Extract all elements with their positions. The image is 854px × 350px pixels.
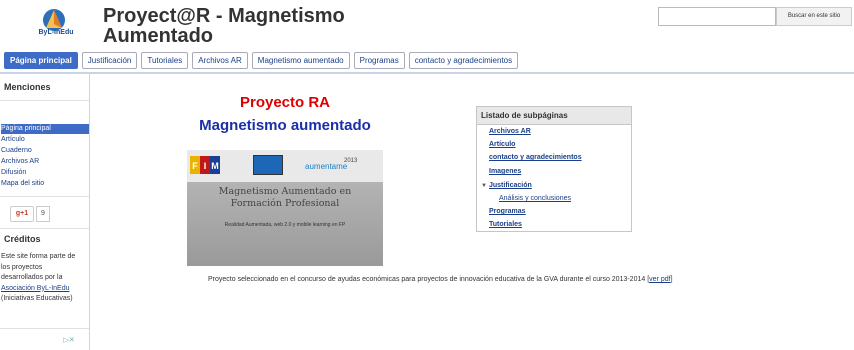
fim-letter: I — [204, 161, 207, 171]
site-title[interactable]: Proyect@R - Magnetismo Aumentado — [103, 6, 363, 46]
nav-divider — [0, 72, 854, 74]
credits-text-1: Este site forma parte de los proyectos d… — [1, 253, 76, 281]
fim-logo-icon: F I M — [190, 156, 220, 174]
tab-tutoriales[interactable]: Tutoriales — [141, 52, 189, 69]
banner-title-line1: Magnetismo Aumentado en — [218, 186, 352, 197]
ver-pdf-link[interactable]: ver pdf — [649, 276, 670, 283]
credits-text-2: (Iniciativas Educativas) — [1, 295, 73, 302]
main-nav: Página principal Justificación Tutoriale… — [4, 52, 519, 70]
tab-archivos-ar[interactable]: Archivos AR — [192, 52, 248, 69]
site-logo-icon[interactable] — [34, 6, 74, 44]
fim-letter: F — [192, 161, 198, 171]
google-plus-button[interactable]: g+1 — [10, 206, 34, 222]
credits-text: Este site forma parte de los proyectos d… — [1, 252, 85, 305]
project-banner-image: F I M aumentame 2013 Magnetismo Aumentad… — [187, 150, 383, 266]
subpage-link-contacto[interactable]: contacto y agradecimientos — [489, 154, 582, 161]
content-subtitle: Magnetismo aumentado — [199, 117, 371, 134]
google-plus-count: 9 — [36, 206, 50, 222]
tab-contacto[interactable]: contacto y agradecimientos — [408, 52, 519, 69]
logo-text: ByL-InEdu — [38, 29, 74, 36]
tab-magnetismo-aumentado[interactable]: Magnetismo aumentado — [251, 52, 350, 69]
sidebar-item-archivos-ar[interactable]: Archivos AR — [1, 157, 89, 167]
sidebar-divider — [0, 100, 89, 101]
banner-title: Magnetismo Aumentado en Formación Profesi… — [197, 186, 373, 210]
credits-link[interactable]: Asociación ByL-InEdu — [1, 285, 69, 292]
sidebar-item-mapa-del-sitio[interactable]: Mapa del sitio — [1, 179, 89, 189]
sidebar-divider — [0, 228, 89, 229]
subpage-link-justificacion[interactable]: Justificación — [489, 182, 532, 189]
tab-pagina-principal[interactable]: Página principal — [4, 52, 78, 69]
tab-justificacion[interactable]: Justificación — [81, 52, 138, 69]
aumentame-logo: aumentame — [305, 162, 348, 171]
search-button[interactable]: Buscar en este sitio — [776, 7, 852, 26]
sidebar-divider — [0, 196, 89, 197]
banner-year: 2013 — [344, 158, 358, 164]
tab-programas[interactable]: Programas — [353, 52, 405, 69]
banner-title-line2: Formación Profesional — [230, 198, 340, 209]
subpage-link-tutoriales[interactable]: Tutoriales — [489, 221, 522, 228]
content-title: Proyecto RA — [239, 94, 331, 111]
sidebar-item-pagina-principal[interactable]: Página principal — [1, 124, 89, 134]
project-caption: Proyecto seleccionado en el concurso de … — [208, 276, 673, 283]
sidebar-item-cuaderno[interactable]: Cuaderno — [1, 146, 89, 156]
subpage-link-articulo[interactable]: Artículo — [489, 141, 515, 148]
subpages-box: Listado de subpáginas Archivos AR Artícu… — [476, 106, 632, 232]
subpage-link-analisis[interactable]: Análisis y conclusiones — [499, 195, 571, 202]
caption-text: Proyecto seleccionado en el concurso de … — [208, 276, 650, 283]
sidebar-item-difusion[interactable]: Difusión — [1, 168, 89, 178]
subpage-link-programas[interactable]: Programas — [489, 208, 526, 215]
banner-tagline: Realidad Aumentada, web 2.0 y mobile lea… — [224, 222, 346, 228]
subpages-heading-text: Listado de subpáginas — [481, 111, 568, 120]
subpage-link-archivos-ar[interactable]: Archivos AR — [489, 128, 531, 135]
caption-end: ] — [670, 276, 673, 283]
sidebar-item-articulo[interactable]: Artículo — [1, 135, 89, 145]
subpages-heading: Listado de subpáginas — [477, 107, 631, 125]
creditos-heading: Créditos — [4, 234, 41, 244]
expand-triangle-icon[interactable]: ▼ — [481, 183, 487, 189]
laptop-icon — [253, 155, 283, 175]
sidebar-divider — [0, 328, 89, 329]
subpage-link-imagenes[interactable]: Imagenes — [489, 168, 521, 175]
ad-choices-icon[interactable]: ▷✕ — [60, 336, 78, 346]
menciones-heading: Menciones — [4, 82, 51, 92]
search-input[interactable] — [658, 7, 776, 26]
fim-letter: M — [211, 161, 219, 171]
